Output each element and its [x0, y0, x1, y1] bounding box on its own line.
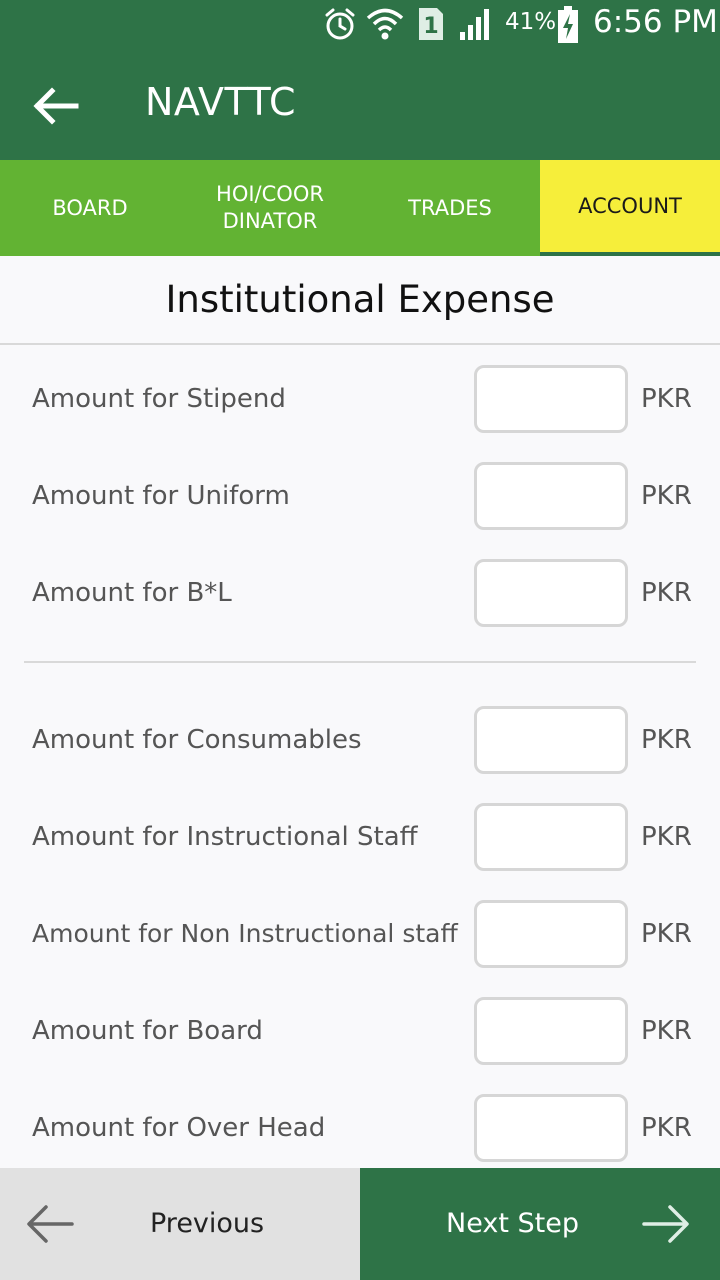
currency-unit: PKR — [641, 578, 692, 608]
previous-button[interactable]: Previous — [0, 1168, 360, 1280]
alarm-icon — [325, 8, 355, 40]
tab-label: ACCOUNT — [578, 193, 682, 218]
app-title: NAVTTC — [145, 80, 297, 124]
currency-unit: PKR — [641, 919, 692, 949]
currency-unit: PKR — [641, 1016, 692, 1046]
back-arrow-icon[interactable] — [32, 86, 80, 126]
field-label: Amount for Board — [32, 1016, 263, 1046]
bl-amount-input[interactable] — [474, 559, 628, 627]
tab-trades[interactable]: TRADES — [360, 160, 540, 256]
app-bar: NAVTTC — [0, 50, 720, 160]
section-divider — [24, 661, 696, 663]
expense-row-instructional-staff: Amount for Instructional Staff PKR — [0, 801, 720, 873]
field-label: Amount for B*L — [32, 578, 232, 608]
expense-row-stipend: Amount for Stipend PKR — [0, 363, 720, 435]
over-head-amount-input[interactable] — [474, 1094, 628, 1162]
non-instructional-staff-amount-input[interactable] — [474, 900, 628, 968]
tab-board[interactable]: BOARD — [0, 160, 180, 256]
expense-row-bl: Amount for B*L PKR — [0, 557, 720, 629]
tab-hoi-coordinator[interactable]: HOI/COOR DINATOR — [180, 160, 360, 256]
next-step-button[interactable]: Next Step — [360, 1168, 720, 1280]
board-amount-input[interactable] — [474, 997, 628, 1065]
expense-row-non-instructional-staff: Amount for Non Instructional staff PKR — [0, 898, 720, 970]
tab-label: TRADES — [408, 195, 492, 220]
expense-row-uniform: Amount for Uniform PKR — [0, 460, 720, 532]
currency-unit: PKR — [641, 1113, 692, 1143]
sim-icon: 1 — [419, 8, 443, 40]
status-bar: 1 41% 6:56 PM — [0, 0, 720, 50]
field-label: Amount for Stipend — [32, 384, 286, 414]
field-label: Amount for Instructional Staff — [32, 822, 418, 852]
currency-unit: PKR — [641, 822, 692, 852]
currency-unit: PKR — [641, 481, 692, 511]
expense-row-consumables: Amount for Consumables PKR — [0, 704, 720, 776]
tab-label: BOARD — [52, 195, 128, 220]
battery-percent: 41% — [505, 9, 557, 35]
stipend-amount-input[interactable] — [474, 365, 628, 433]
uniform-amount-input[interactable] — [474, 462, 628, 530]
next-step-label: Next Step — [446, 1208, 579, 1239]
field-label: Amount for Consumables — [32, 725, 362, 755]
previous-label: Previous — [150, 1208, 265, 1239]
field-label: Amount for Over Head — [32, 1113, 326, 1143]
arrow-left-icon — [27, 1205, 74, 1243]
battery-charging-icon — [558, 6, 578, 43]
currency-unit: PKR — [641, 725, 692, 755]
wifi-icon — [366, 8, 404, 40]
instructional-staff-amount-input[interactable] — [474, 803, 628, 871]
field-label: Amount for Uniform — [32, 481, 290, 511]
section-title: Institutional Expense — [0, 256, 720, 345]
expense-row-over-head: Amount for Over Head PKR — [0, 1092, 720, 1164]
tab-bar: BOARD HOI/COOR DINATOR TRADES ACCOUNT — [0, 160, 720, 256]
tab-account[interactable]: ACCOUNT — [540, 160, 720, 256]
sim-badge: 1 — [423, 14, 438, 39]
clock: 6:56 PM — [593, 4, 718, 40]
field-label: Amount for Non Instructional staff — [32, 919, 458, 948]
currency-unit: PKR — [641, 384, 692, 414]
arrow-right-icon — [642, 1205, 689, 1243]
consumables-amount-input[interactable] — [474, 706, 628, 774]
expense-row-board: Amount for Board PKR — [0, 995, 720, 1067]
tab-label: HOI/COOR DINATOR — [216, 182, 324, 233]
signal-icon — [460, 9, 489, 40]
